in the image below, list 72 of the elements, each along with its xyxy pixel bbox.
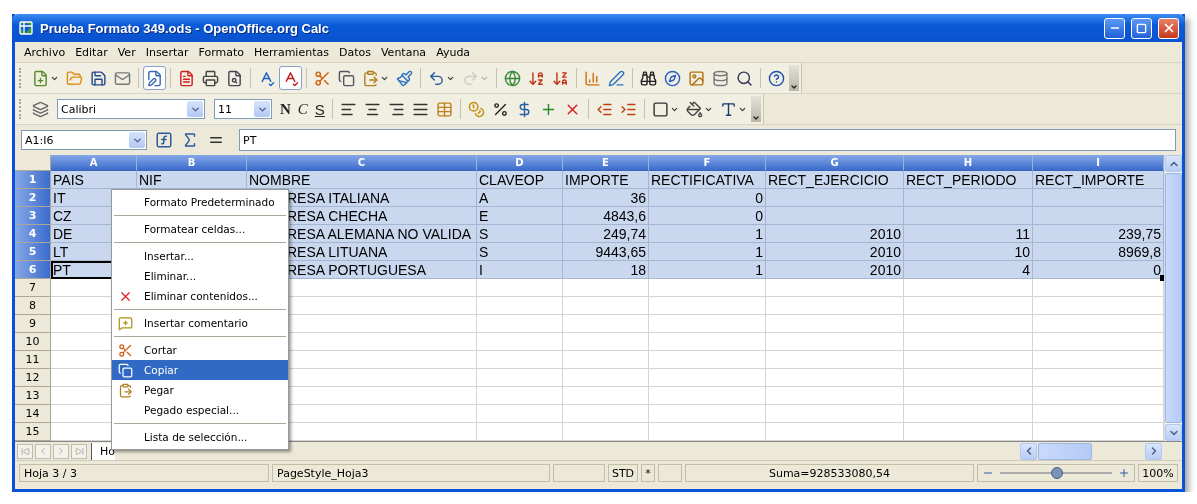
zoom-reading: 100%: [1138, 464, 1178, 482]
table-cell: 0: [649, 189, 766, 207]
menu-item[interactable]: Editar: [70, 45, 113, 59]
row-header[interactable]: 15: [15, 423, 51, 441]
table-cell: 18: [563, 261, 649, 279]
context-menu-item[interactable]: Pegado especial...: [112, 400, 288, 420]
context-menu-item[interactable]: Copiar: [112, 360, 288, 380]
menu-item[interactable]: Datos: [333, 45, 376, 59]
selection-mode-indicator: STD: [608, 464, 638, 482]
row-header[interactable]: 14: [15, 405, 51, 423]
table-cell: 2010: [766, 261, 904, 279]
table-cell: CLAVEOP: [477, 171, 563, 189]
menu-item[interactable]: Archivo: [19, 45, 71, 59]
menu-item[interactable]: Ayuda: [431, 45, 476, 59]
underline-button[interactable]: S: [311, 97, 328, 121]
table-cell: 10: [904, 243, 1033, 261]
window-title: Prueba Formato 349.ods - OpenOffice.org Calc: [40, 20, 330, 36]
row-header[interactable]: 10: [15, 333, 51, 351]
menu-item[interactable]: Ventana: [375, 45, 432, 59]
modified-indicator: *: [641, 464, 655, 482]
bold-button[interactable]: N: [277, 97, 294, 121]
table-cell: 4: [904, 261, 1033, 279]
table-cell: 4843,6: [563, 207, 649, 225]
font-size-field[interactable]: 11: [214, 99, 272, 119]
table-cell: I: [477, 261, 563, 279]
table-cell: RECTIFICATIVA: [649, 171, 766, 189]
row-header[interactable]: 7: [15, 279, 51, 297]
menu-item[interactable]: Formato: [193, 45, 249, 59]
row-header[interactable]: 8: [15, 297, 51, 315]
table-cell: 36: [563, 189, 649, 207]
table-cell: E: [477, 207, 563, 225]
table-cell: RECT_PERIODO: [904, 171, 1033, 189]
sum-indicator: Suma=928533080,54: [685, 464, 974, 482]
table-cell: 11: [904, 225, 1033, 243]
menu-item[interactable]: Herramientas: [249, 45, 334, 59]
table-cell: PAIS: [51, 171, 137, 189]
table-cell: NIF: [137, 171, 247, 189]
table-cell: S: [477, 225, 563, 243]
context-menu-item[interactable]: Lista de selección...: [112, 427, 288, 447]
table-cell: RECT_IMPORTE: [1033, 171, 1164, 189]
formula-input[interactable]: PT: [239, 129, 1176, 151]
table-cell: 8969,8: [1033, 243, 1164, 261]
row-header[interactable]: 11: [15, 351, 51, 369]
table-cell: NOMBRE: [247, 171, 477, 189]
table-cell: 1: [649, 261, 766, 279]
context-menu-item[interactable]: Pegar: [112, 380, 288, 400]
table-cell: 239,75: [1033, 225, 1164, 243]
context-menu-item[interactable]: Insertar comentario: [112, 313, 288, 333]
sheet-indicator: Hoja 3 / 3: [19, 464, 269, 482]
table-cell: 1: [649, 225, 766, 243]
table-cell: 2010: [766, 243, 904, 261]
menu-item[interactable]: Ver: [112, 45, 141, 59]
menu-item[interactable]: Insertar: [140, 45, 194, 59]
table-cell: A: [477, 189, 563, 207]
table-cell: IMPORTE: [563, 171, 649, 189]
table-cell: 9443,65: [563, 243, 649, 261]
table-cell: 249,74: [563, 225, 649, 243]
table-cell: 0: [1033, 261, 1164, 279]
name-box[interactable]: A1:I6: [21, 130, 147, 150]
row-header[interactable]: 9: [15, 315, 51, 333]
table-cell: 2010: [766, 225, 904, 243]
table-cell: 0: [649, 207, 766, 225]
table-cell: RECT_EJERCICIO: [766, 171, 904, 189]
table-cell: S: [477, 243, 563, 261]
context-menu-item[interactable]: Cortar: [112, 340, 288, 360]
row-header[interactable]: 12: [15, 369, 51, 387]
row-header[interactable]: 13: [15, 387, 51, 405]
table-cell: 1: [649, 243, 766, 261]
italic-button[interactable]: C: [294, 97, 311, 121]
context-menu-item[interactable]: Eliminar contenidos...: [112, 286, 288, 306]
font-name-field[interactable]: Calibri: [57, 99, 205, 119]
page-style-indicator: PageStyle_Hoja3: [272, 464, 550, 482]
